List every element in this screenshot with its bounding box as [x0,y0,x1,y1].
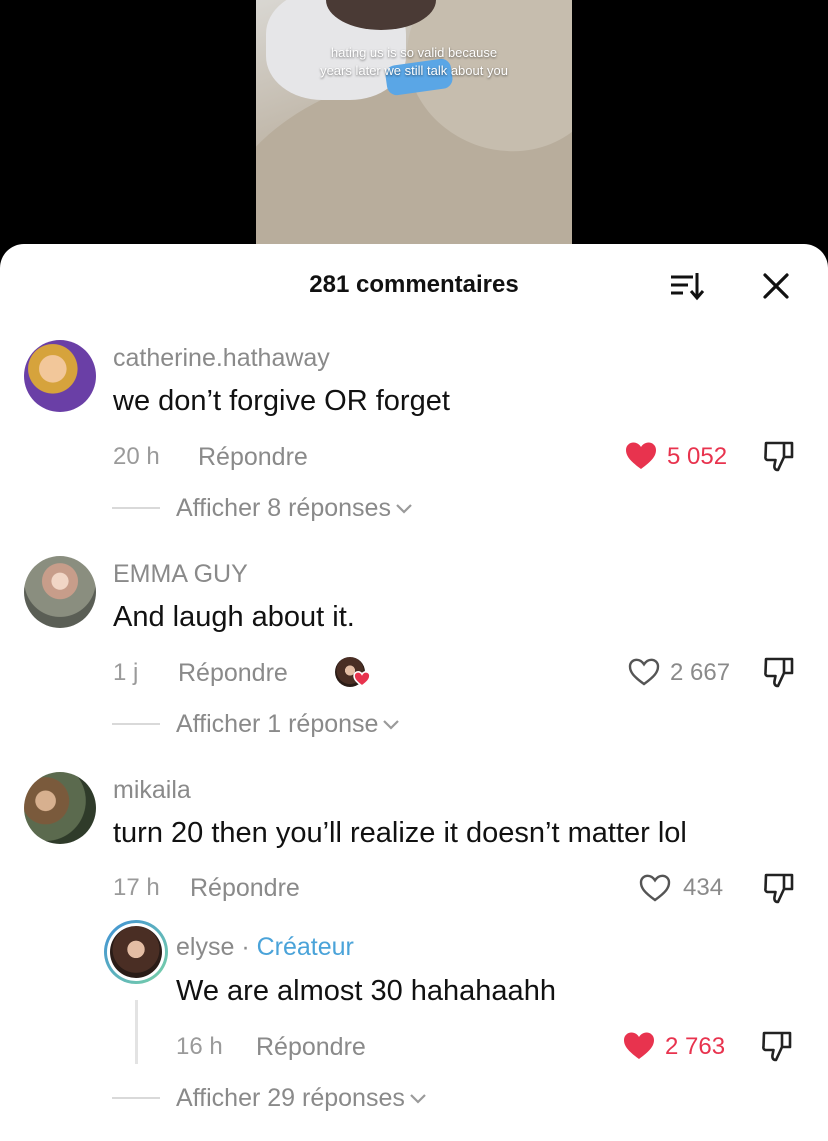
heart-outline-icon[interactable] [638,873,672,903]
divider [112,723,160,725]
comment-time: 1 j [113,659,139,686]
reply-button[interactable]: Répondre [190,873,300,903]
video-thumbnail: hating us is so valid because years late… [256,0,572,260]
comment-username[interactable]: mikaila [113,775,191,805]
creator-liked-badge [335,657,373,691]
like-count: 2 763 [665,1033,726,1060]
video-player[interactable]: hating us is so valid because years late… [0,0,828,260]
creator-label: Créateur [256,933,354,961]
chevron-down-icon [396,504,412,514]
divider [112,507,160,509]
sort-icon [671,273,705,301]
reply-button[interactable]: Répondre [198,442,308,472]
chevron-down-icon [410,1094,426,1104]
view-replies-button[interactable]: Afficher 1 réponse [176,709,400,739]
view-replies-label: Afficher 8 réponses [176,494,391,522]
creator-avatar-ring[interactable] [104,920,168,984]
reply-button[interactable]: Répondre [178,658,288,688]
heart-filled-icon[interactable] [622,1031,656,1061]
reply-time: 16 h [176,1033,223,1060]
comment-username[interactable]: EMMA GUY [113,559,248,589]
comment-text: we don’t forgive OR forget [113,385,450,417]
view-replies-button[interactable]: Afficher 29 réponses [176,1083,427,1113]
avatar[interactable] [24,772,96,844]
avatar[interactable] [24,340,96,412]
view-replies-button[interactable]: Afficher 8 réponses [176,493,413,523]
reply-username[interactable]: elyse [176,933,234,961]
comment-text: And laugh about it. [113,601,355,633]
separator-dot: · [234,933,257,961]
heart-badge-icon [353,671,371,687]
close-icon [763,273,789,299]
heart-outline-icon[interactable] [627,657,661,687]
comment-username[interactable]: catherine.hathaway [113,343,330,373]
video-caption-line: years later we still talk about you [320,63,508,78]
view-replies-label: Afficher 1 réponse [176,710,379,738]
comment-time: 20 h [113,443,160,470]
reply-username-line: elyse · Créateur [176,932,354,962]
like-count: 2 667 [670,659,731,686]
like-count: 434 [683,874,724,901]
avatar[interactable] [24,556,96,628]
avatar [110,926,162,978]
reply-text: We are almost 30 hahahaahh [176,975,556,1007]
dislike-icon[interactable] [762,439,796,473]
video-caption: hating us is so valid because years late… [256,44,572,80]
heart-filled-icon[interactable] [624,441,658,471]
dislike-icon[interactable] [762,871,796,905]
comment-time: 17 h [113,874,160,901]
video-caption-line: hating us is so valid because [330,45,498,60]
reply-button[interactable]: Répondre [256,1032,366,1062]
thread-line [135,1000,138,1064]
view-replies-label: Afficher 29 réponses [176,1084,405,1112]
sort-button[interactable] [666,270,708,302]
close-button[interactable] [758,268,794,304]
chevron-down-icon [383,720,400,730]
dislike-icon[interactable] [760,1029,794,1063]
comment-text: turn 20 then you’ll realize it doesn’t m… [113,817,687,849]
divider [112,1097,160,1099]
like-count: 5 052 [667,443,728,470]
dislike-icon[interactable] [762,655,796,689]
